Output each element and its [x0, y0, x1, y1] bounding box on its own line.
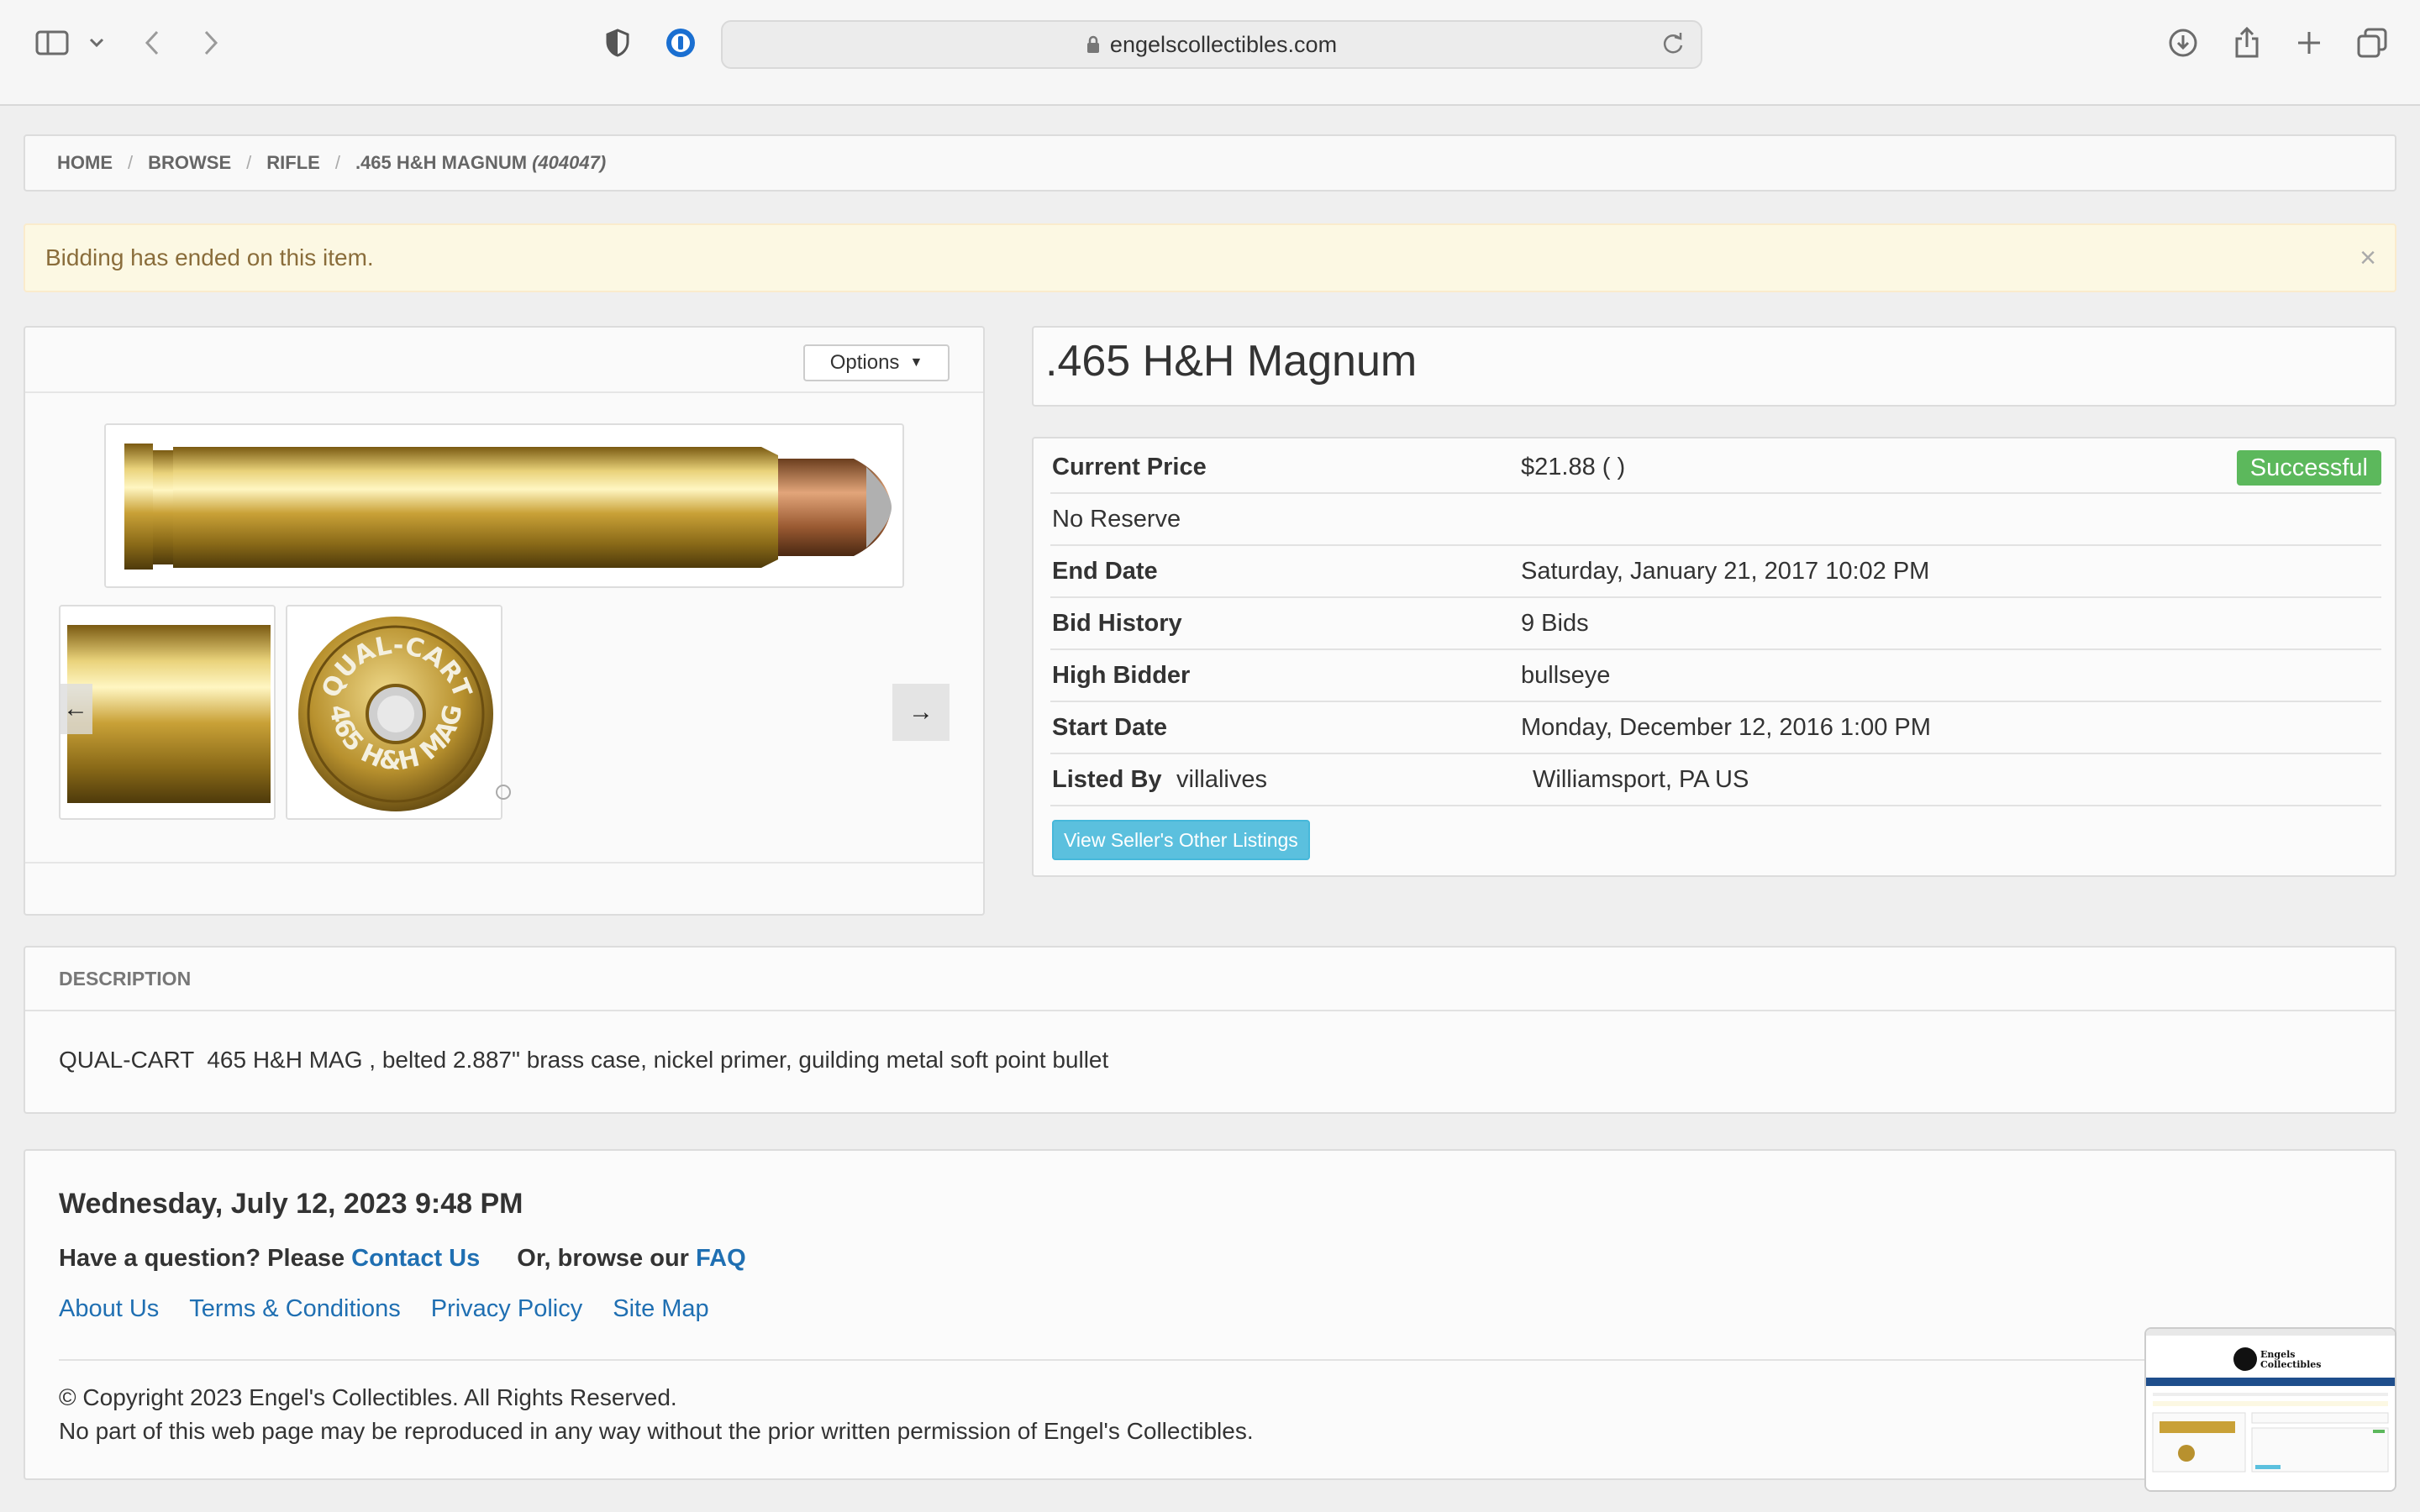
footer-links: About Us Terms & Conditions Privacy Poli… [59, 1295, 709, 1323]
share-icon[interactable] [2232, 22, 2262, 64]
lock-icon [1086, 35, 1100, 54]
url-text: engelscollectibles.com [1109, 31, 1338, 57]
sidebar-toggle-icon[interactable] [32, 22, 72, 64]
breadcrumb-item-id: (404047) [532, 152, 607, 173]
current-price-row: Current Price $21.88 ( ) Successful [1050, 442, 2381, 494]
high-bidder-value: bullseye [1521, 661, 1611, 689]
browser-toolbar: engelscollectibles.com [0, 0, 2420, 106]
faq-link[interactable]: FAQ [696, 1245, 746, 1272]
options-dropdown-button[interactable]: Options ▼ [803, 344, 950, 381]
end-date-label: End Date [1052, 557, 1158, 585]
bid-history-label: Bid History [1052, 609, 1182, 637]
bid-history-row: Bid History 9 Bids [1050, 598, 2381, 650]
breadcrumb: HOME / BROWSE / RIFLE / .465 H&H MAGNUM … [24, 134, 2396, 192]
copyright-text: © Copyright 2023 Engel's Collectibles. A… [59, 1384, 677, 1410]
end-date-value: Saturday, January 21, 2017 10:02 PM [1521, 557, 1930, 585]
start-date-row: Start Date Monday, December 12, 2016 1:0… [1050, 702, 2381, 754]
breadcrumb-separator: / [128, 152, 134, 173]
arrow-left-icon: ← [63, 695, 88, 722]
footer-date: Wednesday, July 12, 2023 9:48 PM [59, 1188, 523, 1220]
breadcrumb-separator: / [246, 152, 252, 173]
view-seller-listings-button[interactable]: View Seller's Other Listings [1052, 820, 1310, 860]
listed-by-row: Listed By villalives Williamsport, PA US [1050, 754, 2381, 806]
gallery-prev-button[interactable]: ← [59, 684, 92, 734]
reserve-row: No Reserve [1050, 494, 2381, 546]
gallery-divider [25, 862, 983, 864]
contact-us-link[interactable]: Contact Us [351, 1245, 480, 1272]
chevron-down-icon[interactable] [86, 22, 108, 64]
item-title-panel: .465 H&H Magnum [1032, 326, 2396, 407]
item-title: .465 H&H Magnum [1045, 337, 1418, 386]
close-icon[interactable]: × [2360, 242, 2376, 275]
main-cartridge-image[interactable] [104, 423, 904, 588]
high-bidder-label: High Bidder [1052, 661, 1191, 689]
forward-arrow-icon[interactable] [198, 22, 224, 64]
seller-name[interactable]: villalives [1176, 766, 1267, 794]
mini-logo-line2: Collectibles [2260, 1359, 2321, 1370]
footer-help-line: Have a question? Please Contact Us Or, b… [59, 1245, 746, 1273]
alert-message: Bidding has ended on this item. [45, 244, 374, 270]
current-price-value: $21.88 ( ) [1521, 453, 1626, 480]
page-footer: Wednesday, July 12, 2023 9:48 PM Have a … [24, 1149, 2396, 1480]
item-details: Current Price $21.88 ( ) Successful No R… [1032, 437, 2396, 877]
thumbnail-headstamp[interactable]: QUAL-CART 465 H&H MAG [286, 605, 502, 820]
question-prefix: Have a question? Please [59, 1245, 352, 1272]
address-bar[interactable]: engelscollectibles.com [721, 20, 1702, 69]
tab-overview-icon[interactable] [2356, 22, 2388, 64]
description-header: DESCRIPTION [25, 948, 2395, 1011]
description-text: QUAL-CART 465 H&H MAG , belted 2.887" br… [59, 1047, 1109, 1073]
reserve-status: No Reserve [1052, 505, 1181, 533]
shield-icon[interactable] [603, 22, 632, 64]
status-badge: Successful [2236, 450, 2381, 486]
breadcrumb-home[interactable]: HOME [57, 152, 113, 174]
new-tab-icon[interactable] [2294, 22, 2324, 64]
caret-down-icon: ▼ [909, 355, 923, 370]
seller-location: Williamsport, PA US [1533, 765, 1749, 793]
gallery-next-button[interactable]: → [892, 684, 950, 741]
password-manager-icon[interactable] [664, 22, 697, 64]
start-date-label: Start Date [1052, 713, 1167, 741]
start-date-value: Monday, December 12, 2016 1:00 PM [1521, 713, 1931, 741]
listed-by-label: Listed By [1052, 765, 1162, 793]
reload-icon[interactable] [1662, 32, 1684, 55]
arrow-right-icon: → [908, 698, 934, 726]
breadcrumb-browse[interactable]: BROWSE [148, 152, 231, 174]
breadcrumb-separator: / [334, 152, 340, 173]
description-panel: DESCRIPTION QUAL-CART 465 H&H MAG , belt… [24, 946, 2396, 1114]
resize-handle-icon[interactable] [496, 785, 511, 800]
reproduction-notice: No part of this web page may be reproduc… [59, 1418, 1254, 1444]
breadcrumb-category[interactable]: RIFLE [266, 152, 320, 174]
bid-history-value[interactable]: 9 Bids [1521, 610, 1589, 638]
image-gallery: Options ▼ ← QUAL-CART 465 H&H MAG → [24, 326, 985, 916]
privacy-policy-link[interactable]: Privacy Policy [431, 1295, 583, 1323]
bidding-ended-alert: Bidding has ended on this item. × [24, 223, 2396, 292]
footer-divider [59, 1359, 2365, 1361]
back-arrow-icon[interactable] [139, 22, 165, 64]
end-date-row: End Date Saturday, January 21, 2017 10:0… [1050, 546, 2381, 598]
site-map-link[interactable]: Site Map [613, 1295, 708, 1323]
page-preview-thumbnail[interactable]: Engels Collectibles [2144, 1327, 2396, 1492]
download-icon[interactable] [2166, 22, 2200, 64]
current-price-label: Current Price [1052, 453, 1207, 480]
high-bidder-row: High Bidder bullseye [1050, 650, 2381, 702]
terms-link[interactable]: Terms & Conditions [189, 1295, 400, 1323]
options-label: Options [829, 351, 900, 374]
gallery-header: Options ▼ [25, 328, 983, 393]
copyright-block: © Copyright 2023 Engel's Collectibles. A… [59, 1381, 1254, 1448]
browse-prefix: Or, browse our [517, 1245, 697, 1272]
about-us-link[interactable]: About Us [59, 1295, 159, 1323]
breadcrumb-current-item: .465 H&H MAGNUM [355, 152, 528, 173]
